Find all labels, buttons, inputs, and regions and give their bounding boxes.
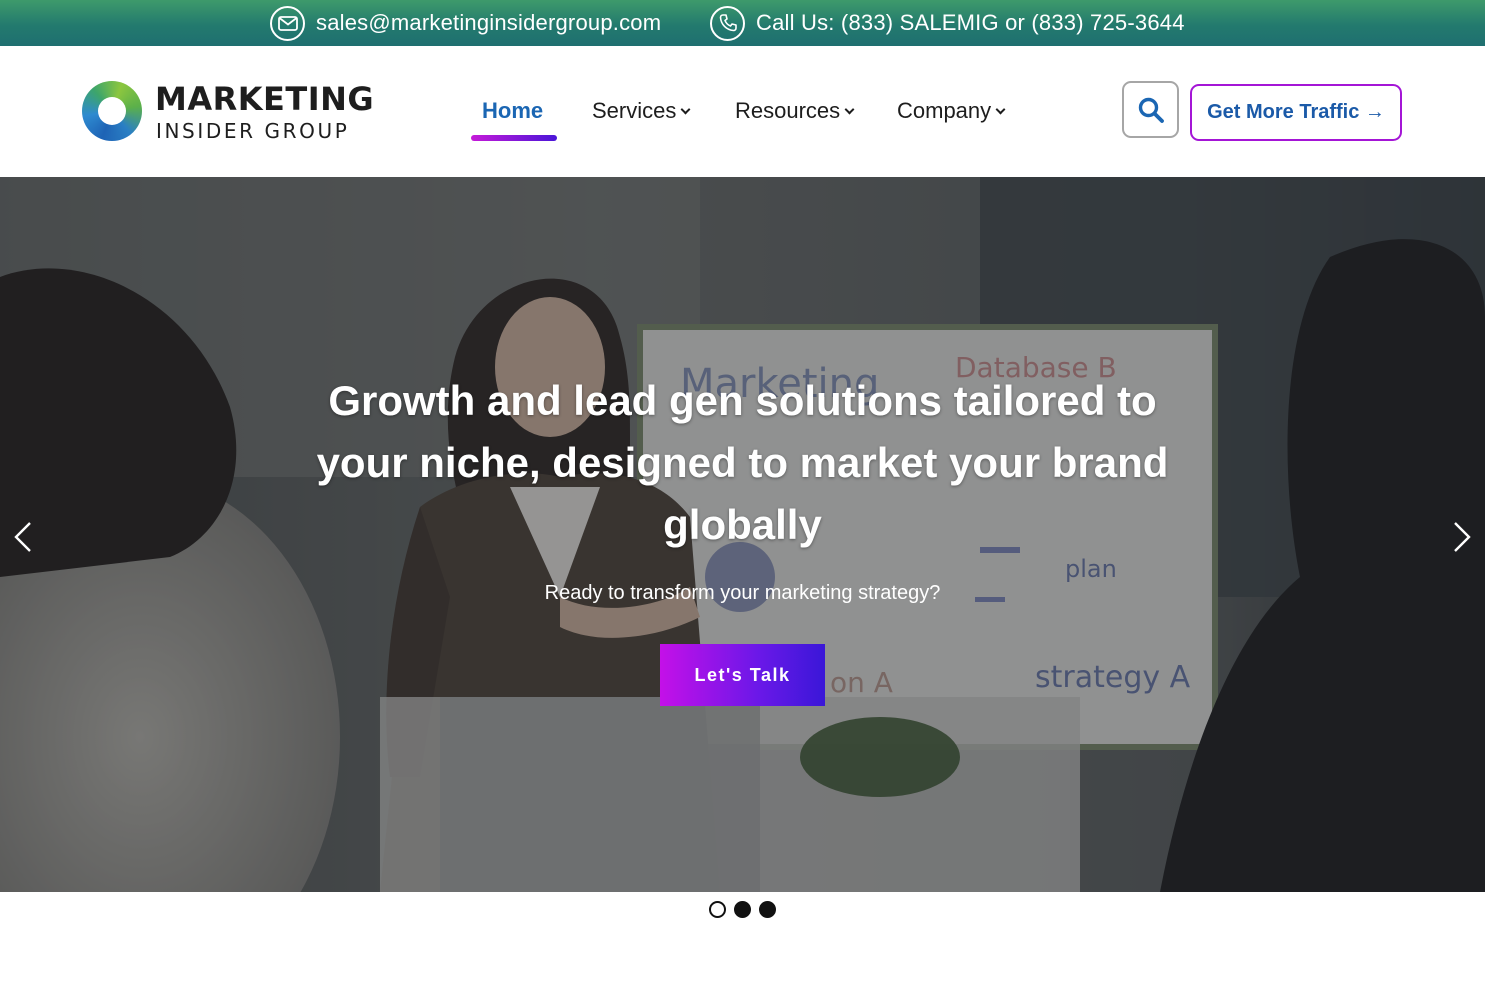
chevron-down-icon xyxy=(995,104,1006,114)
logo-wordmark-line1: MARKETING xyxy=(155,80,375,118)
site-header: MARKETING INSIDER GROUP Home Services Re… xyxy=(0,46,1485,177)
logo-ring-icon xyxy=(82,81,142,141)
search-button[interactable] xyxy=(1122,81,1179,138)
phone-contact-link[interactable]: Call Us: (833) SALEMIG or (833) 725-3644 xyxy=(710,0,1185,46)
active-nav-indicator xyxy=(471,135,557,141)
envelope-icon xyxy=(270,5,305,41)
chevron-down-icon xyxy=(680,104,691,114)
search-icon xyxy=(1138,97,1164,123)
slider-dot-1[interactable] xyxy=(709,901,726,918)
site-logo[interactable]: MARKETING INSIDER GROUP xyxy=(82,81,382,143)
top-contact-bar: sales@marketinginsidergroup.com Call Us:… xyxy=(0,0,1485,46)
chevron-right-icon xyxy=(1454,522,1471,552)
phone-number[interactable]: Call Us: (833) SALEMIG or (833) 725-3644 xyxy=(756,10,1185,36)
slider-pagination xyxy=(709,901,776,918)
chevron-left-icon xyxy=(14,522,31,552)
nav-item-company[interactable]: Company xyxy=(897,98,1006,124)
slider-next-button[interactable] xyxy=(1447,517,1477,557)
hero-slider: Marketing Database B plan strategy A on … xyxy=(0,177,1485,892)
nav-item-label: Company xyxy=(897,98,992,123)
hero-subheadline: Ready to transform your marketing strate… xyxy=(544,582,941,604)
nav-item-services[interactable]: Services xyxy=(592,98,691,124)
nav-item-resources[interactable]: Resources xyxy=(735,98,855,124)
hero-headline: Growth and lead gen solutions tailored t… xyxy=(316,377,1169,548)
slider-dot-2[interactable] xyxy=(734,901,751,918)
chevron-down-icon xyxy=(844,104,855,114)
phone-icon xyxy=(710,5,745,41)
nav-item-label: Services xyxy=(592,98,677,123)
email-contact-link[interactable]: sales@marketinginsidergroup.com xyxy=(270,0,661,46)
nav-item-home[interactable]: Home xyxy=(482,98,543,124)
slider-prev-button[interactable] xyxy=(8,517,38,557)
slider-dot-3[interactable] xyxy=(759,901,776,918)
lets-talk-button[interactable]: Let's Talk xyxy=(660,644,825,706)
nav-item-label: Resources xyxy=(735,98,841,123)
get-more-traffic-button[interactable]: Get More Traffic → xyxy=(1190,84,1402,141)
logo-wordmark-line2: INSIDER GROUP xyxy=(156,119,350,143)
nav-item-label: Home xyxy=(482,98,544,123)
email-address[interactable]: sales@marketinginsidergroup.com xyxy=(316,10,661,36)
